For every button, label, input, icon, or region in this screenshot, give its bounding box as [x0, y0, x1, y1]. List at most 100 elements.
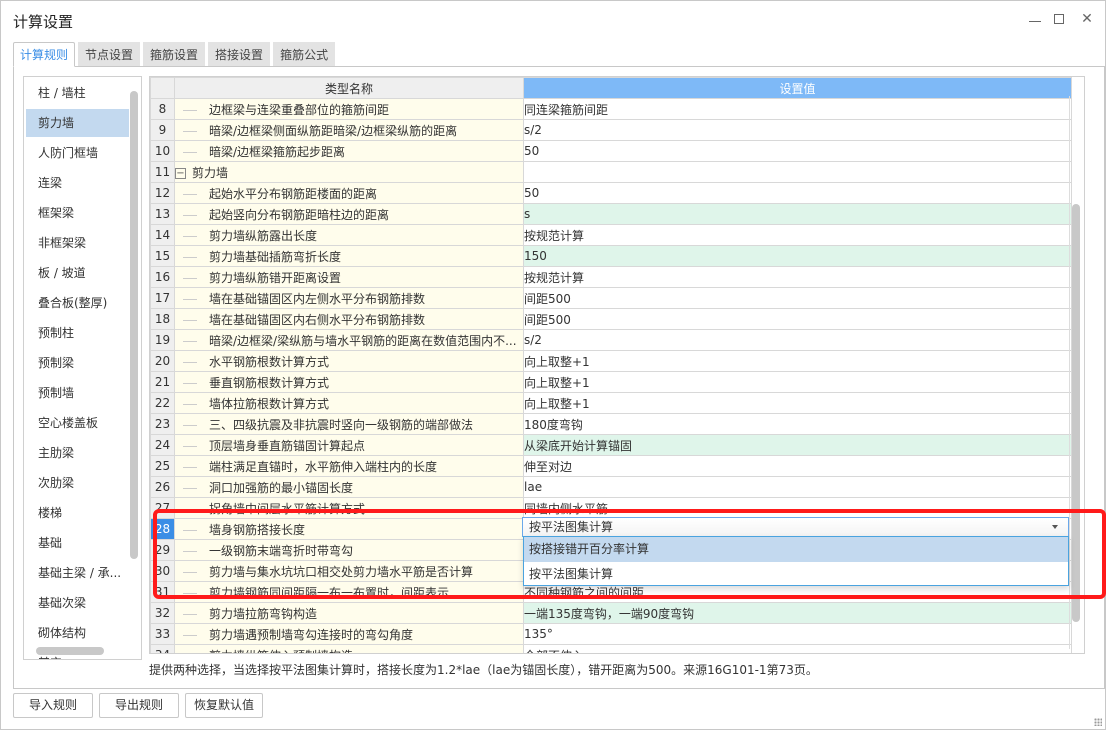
- sidebar-item[interactable]: 非框架梁: [26, 229, 129, 257]
- setting-value-cell[interactable]: 50: [523, 140, 1072, 162]
- table-row[interactable]: 14 剪力墙纵筋露出长度 按规范计算: [150, 224, 1072, 246]
- table-row[interactable]: 27 拐角墙中间层水平筋计算方式 同墙内侧水平筋: [150, 497, 1072, 519]
- tab-node-settings[interactable]: 节点设置: [78, 42, 141, 66]
- table-row[interactable]: 24 顶层墙身垂直筋锚固计算起点 从梁底开始计算锚固: [150, 434, 1072, 456]
- setting-value-cell[interactable]: 向上取整+1: [523, 350, 1072, 372]
- table-row[interactable]: 32 剪力墙拉筋弯钩构造 一端135度弯钩，一端90度弯钩: [150, 602, 1072, 624]
- setting-value-cell[interactable]: 50: [523, 182, 1072, 204]
- sidebar-item[interactable]: 预制柱: [26, 319, 129, 347]
- sidebar-item[interactable]: 基础次梁: [26, 589, 129, 617]
- sidebar-item[interactable]: 连梁: [26, 169, 129, 197]
- grid-vertical-scrollbar[interactable]: [1072, 204, 1080, 622]
- setting-value-cell[interactable]: 间距500: [523, 287, 1072, 309]
- row-number: 12: [150, 182, 175, 204]
- sidebar-item[interactable]: 剪力墙: [26, 109, 129, 137]
- setting-name: 拐角墙中间层水平筋计算方式: [209, 501, 366, 516]
- sidebar-item[interactable]: 框架梁: [26, 199, 129, 227]
- setting-value-cell[interactable]: 180度弯钩: [523, 413, 1072, 435]
- sidebar-item[interactable]: 基础主梁 / 承...: [26, 559, 129, 587]
- setting-name: 垂直钢筋根数计算方式: [209, 375, 330, 390]
- setting-value-cell[interactable]: 伸至对边: [523, 455, 1072, 477]
- sidebar-item[interactable]: 预制梁: [26, 349, 129, 377]
- table-row[interactable]: 15 剪力墙基础插筋弯折长度 150: [150, 245, 1072, 267]
- dropdown-option[interactable]: 按搭接错开百分率计算: [524, 537, 1068, 562]
- tab-bar: 计算规则 节点设置 箍筋设置 搭接设置 箍筋公式: [13, 42, 338, 67]
- lap-length-select[interactable]: 按平法图集计算: [522, 517, 1069, 537]
- sidebar-item[interactable]: 次肋梁: [26, 469, 129, 497]
- setting-value-cell[interactable]: 一端135度弯钩，一端90度弯钩: [523, 602, 1072, 624]
- import-rules-button[interactable]: 导入规则: [13, 693, 93, 718]
- setting-value-cell[interactable]: s: [523, 203, 1072, 225]
- table-row[interactable]: 9 暗梁/边框梁侧面纵筋距暗梁/边框梁纵筋的距离 s/2: [150, 119, 1072, 141]
- table-row[interactable]: 17 墙在基础锚固区内左侧水平分布钢筋排数 间距500: [150, 287, 1072, 309]
- tree-connector-icon: [183, 382, 197, 384]
- table-row[interactable]: 12 起始水平分布钢筋距楼面的距离 50: [150, 182, 1072, 204]
- row-number: 30: [150, 560, 175, 582]
- table-row[interactable]: 19 暗梁/边框梁/梁纵筋与墙水平钢筋的距离在数值范围内不... s/2: [150, 329, 1072, 351]
- sidebar-item[interactable]: 板 / 坡道: [26, 259, 129, 287]
- setting-name: 端柱满足直锚时，水平筋伸入端柱内的长度: [209, 459, 438, 474]
- table-row[interactable]: 26 洞口加强筋的最小锚固长度 lae: [150, 476, 1072, 498]
- sidebar-item[interactable]: 预制墙: [26, 379, 129, 407]
- column-header-type-name[interactable]: 类型名称: [174, 77, 524, 99]
- setting-name-cell: 墙在基础锚固区内右侧水平分布钢筋排数: [174, 308, 524, 330]
- tab-stirrup-formula[interactable]: 箍筋公式: [273, 42, 336, 66]
- tab-stirrup-settings[interactable]: 箍筋设置: [143, 42, 206, 66]
- restore-defaults-button[interactable]: 恢复默认值: [185, 693, 263, 718]
- column-header-setting-value[interactable]: 设置值: [523, 77, 1072, 99]
- table-row[interactable]: 23 三、四级抗震及非抗震时竖向一级钢筋的端部做法 180度弯钩: [150, 413, 1072, 435]
- sidebar-item[interactable]: 砌体结构: [26, 619, 129, 647]
- setting-value-cell[interactable]: 按规范计算: [523, 224, 1072, 246]
- export-rules-button[interactable]: 导出规则: [99, 693, 179, 718]
- sidebar-item[interactable]: 柱 / 墙柱: [26, 79, 129, 107]
- maximize-button[interactable]: [1050, 9, 1070, 29]
- table-row[interactable]: 34 剪力墙纵筋伸入预制墙构造 全部不伸入: [150, 644, 1072, 653]
- close-button[interactable]: ✕: [1077, 9, 1097, 29]
- setting-value-cell[interactable]: 135°: [523, 623, 1072, 645]
- sidebar-item[interactable]: 叠合板(整厚): [26, 289, 129, 317]
- setting-value-cell[interactable]: [523, 161, 1072, 183]
- setting-value-cell[interactable]: 从梁底开始计算锚固: [523, 434, 1072, 456]
- table-row[interactable]: 8 边框梁与连梁重叠部位的箍筋间距 同连梁箍筋间距: [150, 98, 1072, 120]
- table-group-row[interactable]: 11− 剪力墙: [150, 161, 1072, 183]
- sidebar-item[interactable]: 基础: [26, 529, 129, 557]
- sidebar-item[interactable]: 人防门框墙: [26, 139, 129, 167]
- table-row[interactable]: 22 墙体拉筋根数计算方式 向上取整+1: [150, 392, 1072, 414]
- setting-value-cell[interactable]: 同墙内侧水平筋: [523, 497, 1072, 519]
- sidebar-horizontal-scrollbar[interactable]: [36, 647, 104, 655]
- table-row[interactable]: 10 暗梁/边框梁箍筋起步距离 50: [150, 140, 1072, 162]
- setting-value-cell[interactable]: 同连梁箍筋间距: [523, 98, 1072, 120]
- sidebar-item[interactable]: 主肋梁: [26, 439, 129, 467]
- setting-value-cell[interactable]: 150: [523, 245, 1072, 267]
- setting-value-cell[interactable]: 按规范计算: [523, 266, 1072, 288]
- sidebar-item[interactable]: 楼梯: [26, 499, 129, 527]
- table-row[interactable]: 16 剪力墙纵筋错开距离设置 按规范计算: [150, 266, 1072, 288]
- tab-calc-rules[interactable]: 计算规则: [13, 42, 76, 67]
- setting-name: 剪力墙钢筋同间距隔一布一布置时，间距表示: [209, 585, 450, 600]
- collapse-icon[interactable]: −: [175, 167, 186, 179]
- setting-value-cell[interactable]: s/2: [523, 119, 1072, 141]
- setting-name: 起始竖向分布钢筋距暗柱边的距离: [209, 207, 390, 222]
- table-row[interactable]: 18 墙在基础锚固区内右侧水平分布钢筋排数 间距500: [150, 308, 1072, 330]
- tab-lap-settings[interactable]: 搭接设置: [208, 42, 271, 66]
- setting-value-cell[interactable]: s/2: [523, 329, 1072, 351]
- table-row[interactable]: 20 水平钢筋根数计算方式 向上取整+1: [150, 350, 1072, 372]
- row-number: 23: [150, 413, 175, 435]
- table-row[interactable]: 13 起始竖向分布钢筋距暗柱边的距离 s: [150, 203, 1072, 225]
- sidebar-vertical-scrollbar[interactable]: [130, 91, 138, 559]
- table-row[interactable]: 25 端柱满足直锚时，水平筋伸入端柱内的长度 伸至对边: [150, 455, 1072, 477]
- table-row[interactable]: 33 剪力墙遇预制墙弯勾连接时的弯勾角度 135°: [150, 623, 1072, 645]
- setting-name: 剪力墙拉筋弯钩构造: [209, 606, 318, 621]
- setting-value-cell[interactable]: 间距500: [523, 308, 1072, 330]
- setting-value-cell[interactable]: 向上取整+1: [523, 392, 1072, 414]
- minimize-button[interactable]: [1026, 9, 1046, 29]
- table-row[interactable]: 21 垂直钢筋根数计算方式 向上取整+1: [150, 371, 1072, 393]
- setting-value-cell[interactable]: 全部不伸入: [523, 644, 1072, 653]
- sidebar-item[interactable]: 空心楼盖板: [26, 409, 129, 437]
- setting-value-cell[interactable]: 向上取整+1: [523, 371, 1072, 393]
- resize-grip-icon[interactable]: [1094, 718, 1102, 726]
- setting-value-cell[interactable]: lae: [523, 476, 1072, 498]
- setting-name: 剪力墙: [192, 165, 229, 180]
- dropdown-option[interactable]: 按平法图集计算: [524, 562, 1068, 587]
- tree-connector-icon: [183, 298, 197, 300]
